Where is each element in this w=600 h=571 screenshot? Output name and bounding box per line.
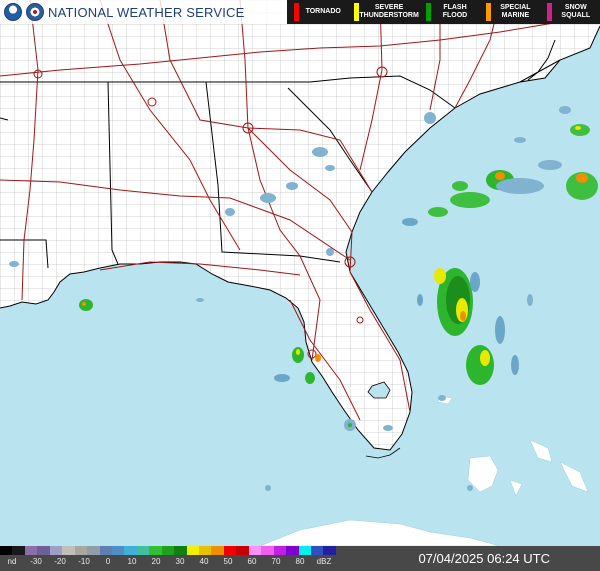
scale-swatch xyxy=(99,546,112,555)
scale-label: 50 xyxy=(223,557,233,566)
noaa-logo-icon xyxy=(4,3,22,21)
scale-label: 30 xyxy=(175,557,185,566)
scale-label: -30 xyxy=(30,557,42,566)
scale-label: nd xyxy=(7,557,17,566)
warning-legend-item: SPECIAL MARINE xyxy=(479,0,539,24)
reflectivity-color-scale xyxy=(0,546,336,555)
warning-legend-label: TORNADO xyxy=(305,8,341,15)
scale-label: -10 xyxy=(78,557,90,566)
timestamp: 07/04/2025 06:24 UTC xyxy=(418,551,550,566)
warning-legend-item: SNOW SQUALL xyxy=(540,0,600,24)
warning-legend-label: SNOW SQUALL xyxy=(561,4,591,19)
warning-legend-item: SEVERE THUNDERSTORM xyxy=(347,0,419,24)
scale-swatch xyxy=(310,546,324,555)
warning-legend-label: SPECIAL MARINE xyxy=(500,4,531,19)
reflectivity-scale-labels: nd -30 -20 -10 0 10 20 30 40 50 60 70 80 dBZ xyxy=(0,556,336,570)
scale-swatch xyxy=(186,546,199,555)
radar-map[interactable] xyxy=(0,0,600,546)
scale-swatch xyxy=(136,546,150,555)
agency-name: NATIONAL WEATHER SERVICE xyxy=(48,4,245,20)
scale-swatch xyxy=(12,546,25,555)
warning-legend-item: FLASH FLOOD xyxy=(419,0,479,24)
scale-swatch xyxy=(298,546,311,555)
scale-label: dBZ xyxy=(316,557,332,566)
scale-swatch xyxy=(37,546,50,555)
scale-label: 80 xyxy=(295,557,305,566)
nws-logo-icon xyxy=(26,3,44,21)
scale-swatch xyxy=(161,546,175,555)
scale-swatch xyxy=(0,546,13,555)
warnings-legend: TORNADO SEVERE THUNDERSTORM FLASH FLOOD SPE… xyxy=(287,0,600,24)
scale-swatch xyxy=(286,546,299,555)
scale-swatch xyxy=(62,546,75,555)
agency-title: NATIONAL WEATHER SERVICE xyxy=(0,0,244,24)
radar-map-frame: NATIONAL WEATHER SERVICE TORNADO SEVERE T… xyxy=(0,0,600,571)
scale-swatch xyxy=(174,546,187,555)
scale-swatch xyxy=(199,546,212,555)
scale-swatch xyxy=(223,546,237,555)
scale-swatch xyxy=(211,546,224,555)
warning-legend-label: FLASH FLOOD xyxy=(442,4,468,19)
header-bar: NATIONAL WEATHER SERVICE TORNADO SEVERE T… xyxy=(0,0,600,24)
warning-legend-item: TORNADO xyxy=(287,0,347,24)
scale-swatch xyxy=(323,546,336,555)
scale-swatch xyxy=(149,546,162,555)
scale-swatch xyxy=(261,546,274,555)
scale-swatch xyxy=(111,546,125,555)
scale-swatch xyxy=(49,546,63,555)
scale-label: 40 xyxy=(199,557,209,566)
warning-legend-label: SEVERE THUNDERSTORM xyxy=(359,4,419,19)
scale-swatch xyxy=(248,546,262,555)
scale-swatch xyxy=(87,546,100,555)
scale-swatch xyxy=(74,546,88,555)
scale-label: 20 xyxy=(151,557,161,566)
scale-label: 10 xyxy=(127,557,137,566)
scale-swatch xyxy=(236,546,249,555)
footer-bar: nd -30 -20 -10 0 10 20 30 40 50 60 70 80 dBZ 07/04/20… xyxy=(0,546,600,571)
scale-label: 0 xyxy=(105,557,111,566)
scale-swatch xyxy=(124,546,137,555)
scale-label: -20 xyxy=(54,557,66,566)
scale-label: 60 xyxy=(247,557,257,566)
scale-swatch xyxy=(24,546,38,555)
scale-swatch xyxy=(273,546,287,555)
scale-label: 70 xyxy=(271,557,281,566)
